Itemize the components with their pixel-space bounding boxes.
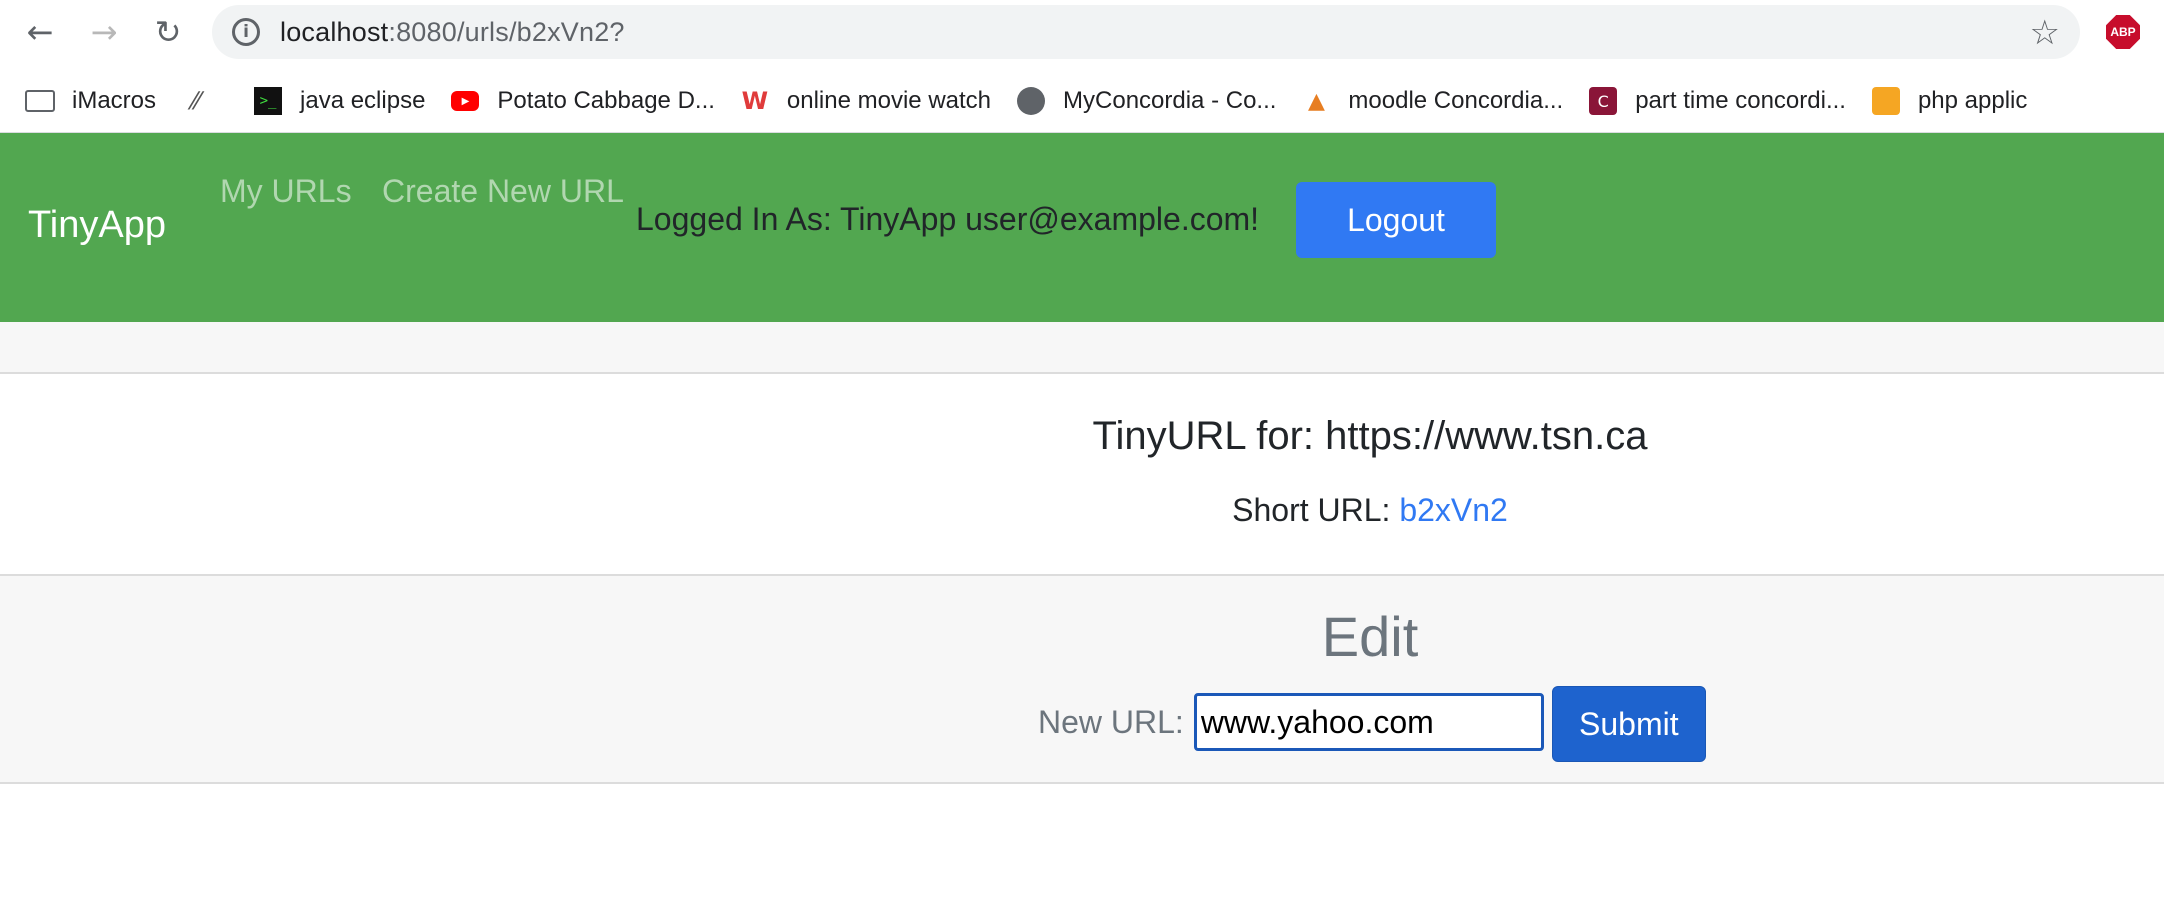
bookmark-label: Potato Cabbage D... [497,87,715,114]
bookmark-item[interactable]: W online movie watch [739,87,991,115]
address-bar[interactable]: i localhost:8080/urls/b2xVn2? ☆ [212,5,2080,59]
bookmark-label: java eclipse [300,87,426,114]
address-bar-url[interactable]: localhost:8080/urls/b2xVn2? [280,17,625,48]
submit-button[interactable]: Submit [1551,686,1706,762]
edit-form: New URL: Submit [1038,682,1706,762]
bookmark-item[interactable]: C part time concordi... [1587,87,1846,115]
info-icon[interactable]: i [232,18,260,46]
nav-link-create-new-url[interactable]: Create New URL [382,173,624,210]
w-logo-icon: W [741,87,769,115]
bookmark-label: php applic [1917,87,2028,114]
bookmark-label: MyConcordia - Co... [1063,87,1277,114]
bookmark-item[interactable]: iMacros [24,87,156,115]
short-url-line: Short URL: b2xVn2 [0,492,2164,529]
card-header-band [0,322,2164,374]
app-navbar: TinyApp My URLs Create New URL Logged In… [0,133,2164,322]
back-arrow-icon[interactable]: ← [18,10,62,54]
url-path: :8080/urls/b2xVn2? [388,16,625,47]
bookmark-item[interactable]: >_ java eclipse [252,87,425,115]
browser-toolbar: ← → ↻ i localhost:8080/urls/b2xVn2? ☆ AB… [0,0,2164,64]
edit-section: Edit New URL: Submit [0,576,2164,784]
new-url-label: New URL: [1038,703,1184,740]
brand-link[interactable]: TinyApp [28,204,166,247]
short-url-link[interactable]: b2xVn2 [1399,492,1508,528]
url-card: TinyURL for: https://www.tsn.ca Short UR… [0,374,2164,576]
new-url-input[interactable] [1193,693,1544,751]
logged-in-status: Logged In As: TinyApp user@example.com! [636,201,1260,237]
bookmark-star-icon[interactable]: ☆ [2030,13,2060,53]
short-url-label: Short URL: [1232,492,1391,528]
concordia-logo-icon: C [1587,87,1619,115]
bookmark-label: moodle Concordia... [1348,87,1564,114]
url-host: localhost [280,16,389,47]
bookmark-label: part time concordi... [1635,87,1846,114]
globe-icon [1015,87,1047,115]
devtools-icon: ⁄⁄ [192,87,201,115]
folder-icon [24,87,56,115]
bookmark-item[interactable]: MyConcordia - Co... [1015,87,1276,115]
edit-heading: Edit [1321,605,1419,668]
php-icon [1870,87,1902,115]
bookmark-item[interactable]: php applic [1870,87,2027,115]
nav-link-my-urls[interactable]: My URLs [220,173,352,210]
youtube-icon: ▶ [449,87,481,115]
bookmark-label: online movie watch [786,87,992,114]
bookmark-item[interactable]: ▲ moodle Concordia... [1300,87,1563,115]
reload-icon[interactable]: ↻ [146,10,190,54]
terminal-icon: >_ [252,87,284,115]
bookmark-label: iMacros [72,87,157,114]
bookmarks-bar: iMacros ⁄⁄ >_ java eclipse ▶ Potato Cabb… [0,70,2164,133]
adblock-plus-icon[interactable]: ABP [2106,15,2140,49]
bookmark-item[interactable]: ⁄⁄ [180,87,228,115]
bookmark-item[interactable]: ▶ Potato Cabbage D... [449,87,715,115]
forward-arrow-icon[interactable]: → [82,10,126,54]
logout-button[interactable]: Logout [1296,182,1496,258]
page-title: TinyURL for: https://www.tsn.ca [1092,414,1648,458]
graduation-cap-icon: ▲ [1307,88,1325,114]
